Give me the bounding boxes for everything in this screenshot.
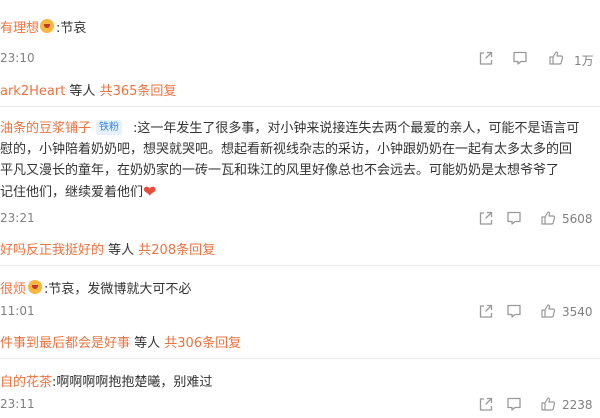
comment-icon[interactable]	[512, 50, 528, 66]
comment-icon[interactable]	[506, 396, 522, 412]
share-icon[interactable]	[478, 303, 494, 319]
comment-body: 油条的豆浆铺子 :这一年发生了很多事，对小钟来说接连失去两个最爱的亲人，可能不是语…	[0, 118, 600, 202]
reply-summary[interactable]: ark2Heart 等人 共365条回复	[0, 80, 176, 99]
comment-line-1: 油条的豆浆铺子 :这一年发生了很多事，对小钟来说接连失去两个最爱的亲人，可能不是语…	[0, 118, 600, 139]
thumbs-up-icon[interactable]	[540, 396, 556, 412]
divider	[0, 106, 600, 107]
reply-count[interactable]: 共365条回复	[100, 84, 177, 99]
vip-badge-icon	[28, 280, 42, 294]
reply-username[interactable]: 好吗反正我挺好的	[0, 243, 104, 258]
comment-time: 23:21	[0, 211, 35, 225]
like-count: 1万	[574, 54, 594, 68]
comment-username[interactable]: 自的花茶	[0, 371, 52, 390]
reply-middle-text: 等人	[130, 336, 165, 351]
comment-line-2: 慰的，小钟陪着奶奶吧，想哭就哭吧。想起看新视线杂志的采访，小钟跟奶奶在一起有太多…	[0, 142, 573, 157]
share-icon[interactable]	[478, 50, 494, 66]
divider	[0, 265, 600, 266]
comment-text: :节哀	[56, 21, 87, 36]
comment-text-line: 记住他们，继续爱着他们	[0, 185, 144, 200]
reply-summary[interactable]: 好吗反正我挺好的 等人 共208条回复	[0, 239, 215, 258]
thumbs-up-icon[interactable]	[540, 303, 556, 319]
comment-time: 11:01	[0, 304, 35, 318]
like-count: 5608	[562, 212, 593, 226]
divider	[0, 358, 600, 359]
reply-username[interactable]: ark2Heart	[0, 84, 65, 99]
thumbs-up-icon[interactable]	[540, 210, 556, 226]
reply-middle-text: 等人	[104, 243, 139, 258]
like-count: 2238	[562, 398, 593, 412]
share-icon[interactable]	[478, 396, 494, 412]
thumbs-up-icon[interactable]	[548, 50, 564, 66]
share-icon[interactable]	[478, 210, 494, 226]
reply-count[interactable]: 共208条回复	[138, 243, 215, 258]
comment-time: 23:11	[0, 397, 35, 411]
reply-count[interactable]: 共306条回复	[164, 336, 241, 351]
comment-line-3: 平凡又漫长的童年，在奶奶家的一砖一瓦和珠江的风里好像总也不会远去。可能奶奶是太想…	[0, 163, 560, 178]
comment-text: :啊啊啊啊抱抱楚曦，别难过	[52, 375, 213, 390]
reply-summary[interactable]: 件事到最后都会是好事 等人 共306条回复	[0, 332, 241, 351]
reply-middle-text: 等人	[65, 84, 100, 99]
comment-text-line: :这一年发生了很多事，对小钟来说接连失去两个最爱的亲人，可能不是语言可	[133, 121, 580, 136]
vip-badge-icon	[40, 19, 54, 33]
red-heart-icon: ❤	[143, 182, 157, 201]
iron-fan-badge: 铁粉	[96, 120, 122, 135]
comment-icon[interactable]	[506, 303, 522, 319]
reply-username[interactable]: 件事到最后都会是好事	[0, 336, 130, 351]
comment-username[interactable]: 油条的豆浆铺子	[0, 121, 91, 136]
comment-username[interactable]: 很烦	[0, 278, 26, 297]
like-count: 3540	[562, 305, 593, 319]
comment-text: :节哀，发微博就大可不必	[44, 282, 192, 297]
comment-icon[interactable]	[506, 210, 522, 226]
comment-time: 23:10	[0, 51, 35, 65]
comment-line-4: 记住他们，继续爱着他们❤	[0, 181, 600, 202]
comment-username[interactable]: 有理想	[0, 17, 39, 36]
